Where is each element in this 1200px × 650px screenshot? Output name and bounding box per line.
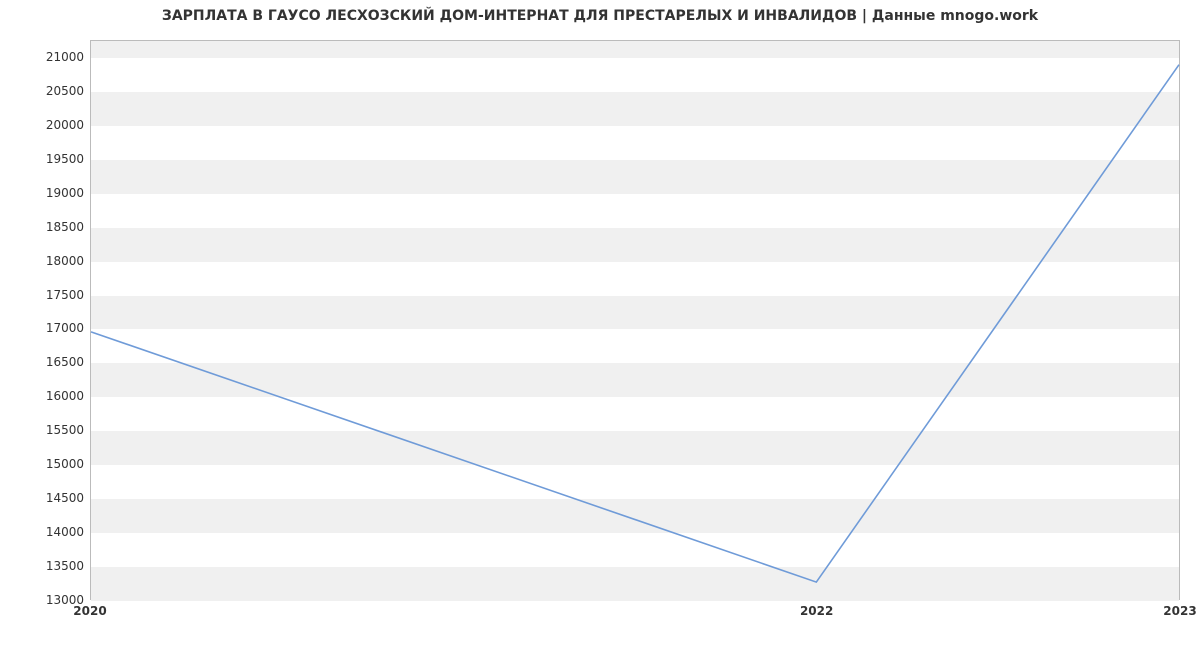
y-tick-label: 13000 (4, 593, 84, 607)
chart-title: ЗАРПЛАТА В ГАУСО ЛЕСХОЗСКИЙ ДОМ-ИНТЕРНАТ… (0, 8, 1200, 24)
y-tick-label: 15500 (4, 423, 84, 437)
x-tick-label: 2023 (1163, 604, 1196, 618)
y-tick-label: 16000 (4, 389, 84, 403)
chart-container: ЗАРПЛАТА В ГАУСО ЛЕСХОЗСКИЙ ДОМ-ИНТЕРНАТ… (0, 0, 1200, 650)
y-tick-label: 17000 (4, 321, 84, 335)
y-tick-label: 14000 (4, 525, 84, 539)
y-tick-label: 18500 (4, 220, 84, 234)
y-tick-label: 17500 (4, 288, 84, 302)
y-tick-label: 20000 (4, 118, 84, 132)
y-tick-label: 21000 (4, 50, 84, 64)
x-tick-label: 2020 (73, 604, 106, 618)
plot-area (90, 40, 1180, 600)
line-series (91, 41, 1179, 599)
y-tick-label: 19000 (4, 186, 84, 200)
y-tick-label: 13500 (4, 559, 84, 573)
y-tick-label: 18000 (4, 254, 84, 268)
y-tick-label: 14500 (4, 491, 84, 505)
y-tick-label: 16500 (4, 355, 84, 369)
y-tick-label: 19500 (4, 152, 84, 166)
x-tick-label: 2022 (800, 604, 833, 618)
y-tick-label: 15000 (4, 457, 84, 471)
y-tick-label: 20500 (4, 84, 84, 98)
series-line (91, 65, 1179, 582)
